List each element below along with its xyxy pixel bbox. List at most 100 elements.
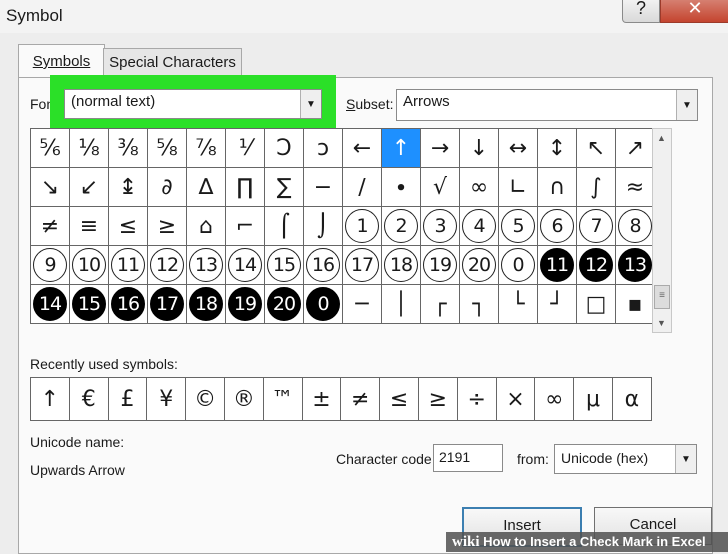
recent-symbol-cell[interactable]: ©	[186, 378, 225, 421]
symbol-cell[interactable]: │	[382, 285, 421, 324]
symbol-cell[interactable]: ↄ	[304, 129, 343, 168]
subset-select[interactable]: Arrows ▼	[396, 89, 698, 121]
symbol-cell[interactable]: 15	[70, 285, 109, 324]
symbol-cell[interactable]: ⅛	[70, 129, 109, 168]
symbol-cell[interactable]: →	[421, 129, 460, 168]
scrollbar-thumb[interactable]: ≡	[654, 285, 670, 309]
recent-symbol-cell[interactable]: ±	[302, 378, 342, 421]
symbol-cell[interactable]: 7	[577, 207, 616, 246]
symbol-cell[interactable]: └	[499, 285, 538, 324]
recent-symbol-cell[interactable]: ™	[263, 378, 303, 421]
symbol-cell[interactable]: ┐	[460, 285, 499, 324]
symbol-cell[interactable]: ∆	[187, 168, 226, 207]
symbol-cell[interactable]: ≠	[31, 207, 70, 246]
symbol-cell[interactable]: ∫	[577, 168, 616, 207]
symbol-cell[interactable]: ↕	[538, 129, 577, 168]
symbol-cell[interactable]: ─	[343, 285, 382, 324]
symbol-cell[interactable]: 14	[31, 285, 70, 324]
close-button[interactable]: ✕	[660, 0, 728, 23]
recent-symbol-cell[interactable]: ¥	[147, 378, 187, 421]
symbol-cell[interactable]: 2	[382, 207, 421, 246]
symbol-cell[interactable]: 18	[187, 285, 226, 324]
tab-special-characters[interactable]: Special Characters	[103, 48, 242, 77]
symbol-cell[interactable]: 0	[499, 246, 538, 285]
symbol-cell[interactable]: 4	[460, 207, 499, 246]
symbol-cell[interactable]: ↘	[31, 168, 70, 207]
symbol-cell[interactable]: 8	[616, 207, 655, 246]
symbol-cell[interactable]: 6	[538, 207, 577, 246]
symbol-cell[interactable]: ∞	[460, 168, 499, 207]
symbol-cell[interactable]: ⌐	[226, 207, 265, 246]
symbol-cell[interactable]: −	[304, 168, 343, 207]
symbol-cell[interactable]: ↓	[460, 129, 499, 168]
symbol-cell[interactable]: 19	[226, 285, 265, 324]
symbol-cell[interactable]: 17	[343, 246, 382, 285]
symbol-cell[interactable]: □	[577, 285, 616, 324]
symbol-cell[interactable]: ▪	[616, 285, 655, 324]
symbol-cell[interactable]: √	[421, 168, 460, 207]
symbol-cell[interactable]: ≡	[70, 207, 109, 246]
symbol-cell[interactable]: ⅝	[148, 129, 187, 168]
symbol-cell[interactable]: 17	[148, 285, 187, 324]
chevron-down-icon[interactable]: ▼	[676, 90, 697, 120]
recent-symbol-cell[interactable]: ≠	[341, 378, 381, 421]
symbol-cell[interactable]: 11	[109, 246, 148, 285]
scroll-up-icon[interactable]: ▲	[657, 133, 666, 143]
symbol-cell[interactable]: ⌡	[304, 207, 343, 246]
recent-symbol-cell[interactable]: ∞	[535, 378, 575, 421]
recent-symbol-cell[interactable]: α	[612, 378, 652, 421]
symbol-cell[interactable]: 16	[304, 246, 343, 285]
scroll-down-icon[interactable]: ▼	[657, 318, 666, 328]
symbol-cell[interactable]: ┌	[421, 285, 460, 324]
symbol-cell[interactable]: 10	[70, 246, 109, 285]
symbol-cell[interactable]: 13	[187, 246, 226, 285]
symbol-cell[interactable]: 11	[538, 246, 577, 285]
recent-symbol-cell[interactable]: ×	[496, 378, 536, 421]
symbol-cell[interactable]: ∂	[148, 168, 187, 207]
symbol-cell[interactable]: ⅜	[109, 129, 148, 168]
symbol-cell[interactable]: ⌂	[187, 207, 226, 246]
symbol-cell[interactable]: ↔	[499, 129, 538, 168]
recent-symbol-cell[interactable]: ↑	[31, 378, 70, 421]
symbol-cell[interactable]: Ↄ	[265, 129, 304, 168]
recent-symbol-cell[interactable]: ÷	[457, 378, 497, 421]
symbol-cell[interactable]: ⅞	[187, 129, 226, 168]
symbol-cell[interactable]: ↖	[577, 129, 616, 168]
symbol-cell[interactable]: 5	[499, 207, 538, 246]
recent-symbol-cell[interactable]: €	[69, 378, 109, 421]
font-select[interactable]: (normal text) ▼	[64, 89, 322, 119]
symbol-cell[interactable]: ⅚	[31, 129, 70, 168]
symbol-cell[interactable]: 0	[304, 285, 343, 324]
recent-symbol-cell[interactable]: ≥	[418, 378, 458, 421]
symbol-cell[interactable]: 20	[265, 285, 304, 324]
symbol-cell[interactable]: ⅟	[226, 129, 265, 168]
recent-symbol-cell[interactable]: ≤	[380, 378, 419, 421]
symbol-cell[interactable]: ↗	[616, 129, 655, 168]
symbol-cell[interactable]: ≤	[109, 207, 148, 246]
from-select[interactable]: Unicode (hex) ▼	[554, 444, 697, 474]
symbol-cell[interactable]: 9	[31, 246, 70, 285]
symbol-cell[interactable]: ⌠	[265, 207, 304, 246]
symbol-cell[interactable]: ∙	[382, 168, 421, 207]
help-button[interactable]: ?	[622, 0, 660, 23]
chevron-down-icon[interactable]: ▼	[300, 90, 321, 118]
symbol-cell[interactable]: 3	[421, 207, 460, 246]
symbol-cell[interactable]: 15	[265, 246, 304, 285]
symbol-cell[interactable]: ↑	[382, 129, 421, 168]
symbol-cell[interactable]: 20	[460, 246, 499, 285]
symbol-cell[interactable]: ∏	[226, 168, 265, 207]
tab-symbols[interactable]: Symbols	[18, 44, 105, 79]
symbol-cell[interactable]: ←	[343, 129, 382, 168]
symbol-cell[interactable]: 12	[148, 246, 187, 285]
symbol-cell[interactable]: 19	[421, 246, 460, 285]
symbol-grid-scrollbar[interactable]: ▲ ≡ ▼	[652, 128, 672, 333]
character-code-input[interactable]: 2191	[433, 444, 503, 472]
symbol-cell[interactable]: ↨	[109, 168, 148, 207]
symbol-cell[interactable]: ┘	[538, 285, 577, 324]
symbol-cell[interactable]: 13	[616, 246, 655, 285]
symbol-cell[interactable]: 18	[382, 246, 421, 285]
symbol-cell[interactable]: ∑	[265, 168, 304, 207]
chevron-down-icon[interactable]: ▼	[675, 445, 696, 473]
symbol-cell[interactable]: ∕	[343, 168, 382, 207]
symbol-cell[interactable]: 16	[109, 285, 148, 324]
